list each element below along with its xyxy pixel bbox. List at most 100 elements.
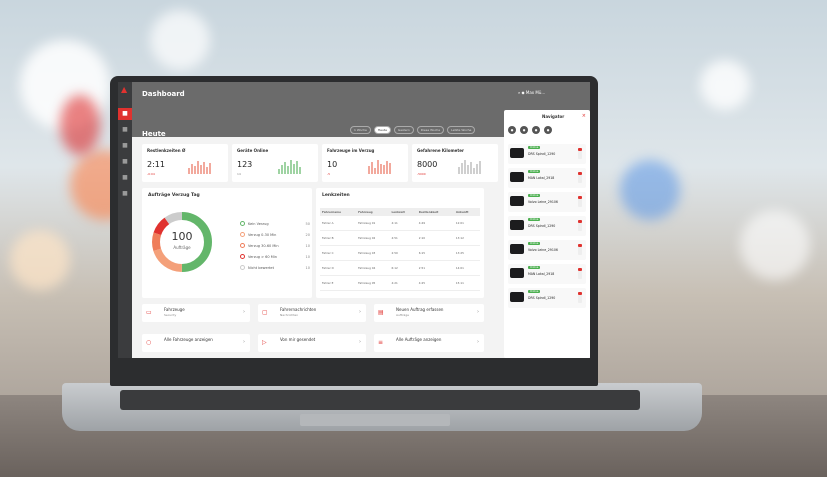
close-icon[interactable]: × bbox=[582, 113, 586, 119]
action-subtitle: Nachrichten bbox=[280, 313, 299, 317]
table-cell: 4:51 bbox=[389, 230, 417, 246]
kpi-delta: 14 bbox=[237, 172, 241, 176]
table-cell: 13:25 bbox=[453, 245, 480, 261]
bokeh-light bbox=[620, 160, 680, 220]
table-cell: Fahrer C bbox=[320, 245, 357, 261]
chevron-right-icon: › bbox=[243, 309, 245, 315]
app-sidebar: ▲ ■ ■ ■ ■ ■ ■ bbox=[118, 82, 132, 358]
action-von-mir-gesendet[interactable]: ▷ Von mir gesendet › bbox=[258, 334, 366, 352]
table-cell: 15:11 bbox=[453, 275, 480, 291]
list-icon[interactable]: ■ bbox=[121, 142, 129, 150]
settings-icon[interactable]: ■ bbox=[121, 174, 129, 182]
vehicle-name: Volvo Leine_29106 bbox=[528, 248, 558, 252]
table-row[interactable]: Fahrer C Fahrzeug 03 2:50 6:15 13:25 bbox=[320, 245, 480, 261]
home-icon[interactable]: ■ bbox=[121, 110, 129, 118]
action-alle-fahrzeuge[interactable]: ○ Alle Fahrzeuge anzeigen › bbox=[142, 334, 250, 352]
status-badge: Online bbox=[528, 194, 541, 197]
table-cell: 6:15 bbox=[416, 245, 454, 261]
search-icon[interactable]: ⌕ bbox=[518, 90, 520, 95]
kpi-card-restlenkzeiten[interactable]: Restlenkzeiten Ø 2:11 -0:04 bbox=[142, 144, 228, 182]
navigator-vehicle-item[interactable]: Online DRS Spindl_1290 bbox=[508, 288, 586, 308]
legend-count: 20 bbox=[305, 232, 310, 237]
chevron-right-icon: › bbox=[359, 309, 361, 315]
table-row[interactable]: Fahrer E Fahrzeug 05 4:21 4:25 15:11 bbox=[320, 275, 480, 291]
action-fahrzeuge[interactable]: ▭ Fahrzeuge Security › bbox=[142, 304, 250, 322]
vehicle-name: DRS Spindl_1290 bbox=[528, 152, 556, 156]
column-header[interactable]: Fahrername bbox=[320, 208, 357, 216]
filter-1-week[interactable]: 1 Woche bbox=[350, 126, 371, 134]
panel-title: Lenkzeiten bbox=[322, 193, 350, 198]
kpi-title: Restlenkzeiten Ø bbox=[147, 148, 186, 153]
action-alle-auftraege[interactable]: ≡ Alle Aufträge anzeigen › bbox=[374, 334, 484, 352]
kpi-sparkline bbox=[188, 158, 222, 174]
chevron-right-icon: › bbox=[359, 339, 361, 345]
navigator-vehicle-item[interactable]: Online MAN Lokal_2918 bbox=[508, 168, 586, 188]
table-cell: 4:25 bbox=[416, 275, 454, 291]
tab-all[interactable]: ● bbox=[508, 126, 516, 134]
brand-logo-icon: ▲ bbox=[121, 85, 128, 94]
table-cell: 13:12 bbox=[453, 230, 480, 246]
legend-count: 10 bbox=[305, 243, 310, 248]
navigator-vehicle-item[interactable]: Online MAN Lokal_2918 bbox=[508, 264, 586, 284]
table-row[interactable]: Fahrer A Fahrzeug 01 4:11 4:49 12:01 bbox=[320, 216, 480, 231]
legend-item[interactable]: Nicht bewertet 10 bbox=[240, 262, 310, 273]
truck-icon bbox=[510, 148, 524, 158]
column-header[interactable]: Restlenkzeit bbox=[416, 208, 454, 216]
table-cell: Fahrzeug 03 bbox=[356, 245, 390, 261]
column-header[interactable]: Fahrzeug bbox=[356, 208, 390, 216]
kpi-value: 2:11 bbox=[147, 160, 165, 169]
legend-item[interactable]: Verzug > 60 Min 10 bbox=[240, 251, 310, 262]
table-row[interactable]: Fahrer D Fahrzeug 04 6:12 2:51 14:01 bbox=[320, 260, 480, 276]
column-header[interactable]: Ankunft bbox=[453, 208, 480, 216]
kpi-sparkline bbox=[278, 158, 312, 174]
kpi-card-gefahrene-km[interactable]: Gefahrene Kilometer 8000 -5000 bbox=[412, 144, 498, 182]
status-badge: Online bbox=[528, 266, 541, 269]
tab-idle[interactable]: ● bbox=[544, 126, 552, 134]
table-cell: 12:01 bbox=[453, 216, 480, 231]
truck-icon[interactable]: ■ bbox=[121, 126, 129, 134]
chevron-right-icon: › bbox=[243, 339, 245, 345]
more-icon[interactable]: ■ bbox=[121, 190, 129, 198]
kpi-card-fahrzeuge-verzug[interactable]: Fahrzeuge im Verzug 10 -5 bbox=[322, 144, 408, 182]
filter-last-week[interactable]: Letzte Woche bbox=[447, 126, 476, 134]
status-light-icon bbox=[578, 292, 582, 303]
tab-online[interactable]: ● bbox=[520, 126, 528, 134]
kpi-card-geraete-online[interactable]: Geräte Online 123 14 bbox=[232, 144, 318, 182]
truck-icon bbox=[510, 220, 524, 230]
bokeh-light bbox=[740, 210, 810, 280]
legend-count: 10 bbox=[305, 254, 310, 259]
table-cell: Fahrzeug 02 bbox=[356, 230, 390, 246]
vehicle-name: DRS Spindl_1290 bbox=[528, 224, 556, 228]
user-menu[interactable]: ⌕ ◆ Max Mü… bbox=[518, 90, 545, 95]
navigator-vehicle-item[interactable]: Online DRS Spindl_1290 bbox=[508, 144, 586, 164]
table-cell: 6:12 bbox=[389, 260, 417, 276]
donut-total: 100 bbox=[171, 230, 193, 243]
table-cell: 4:49 bbox=[416, 216, 454, 231]
truck-icon bbox=[510, 172, 524, 182]
column-header[interactable]: Lenkzeit bbox=[389, 208, 417, 216]
action-neuer-auftrag[interactable]: ▤ Neuen Auftrag erfassen Aufträge › bbox=[374, 304, 484, 322]
navigator-vehicle-item[interactable]: Online Volvo Leine_29106 bbox=[508, 192, 586, 212]
page-title: Dashboard bbox=[142, 90, 185, 98]
filter-yesterday[interactable]: Gestern bbox=[393, 126, 414, 134]
table-row[interactable]: Fahrer B Fahrzeug 02 4:51 2:10 13:12 bbox=[320, 230, 480, 246]
table-cell: Fahrzeug 05 bbox=[356, 275, 390, 291]
legend-item[interactable]: Kein Verzug 50 bbox=[240, 218, 310, 229]
section-title: Heute bbox=[142, 130, 166, 138]
legend-item[interactable]: Verzug 0-30 Min 20 bbox=[240, 229, 310, 240]
tab-moving[interactable]: ● bbox=[532, 126, 540, 134]
action-fahrernachrichten[interactable]: ▢ Fahrernachrichten Nachrichten › bbox=[258, 304, 366, 322]
status-badge: Online bbox=[528, 218, 541, 221]
action-title: Alle Aufträge anzeigen bbox=[396, 337, 442, 342]
navigator-vehicle-item[interactable]: Online DRS Spindl_1290 bbox=[508, 216, 586, 236]
navigator-vehicle-item[interactable]: Online Volvo Leine_29106 bbox=[508, 240, 586, 260]
table-cell: 4:21 bbox=[389, 275, 417, 291]
legend-item[interactable]: Verzug 30-60 Min 10 bbox=[240, 240, 310, 251]
status-badge: Online bbox=[528, 242, 541, 245]
filter-this-week[interactable]: Diese Woche bbox=[416, 126, 445, 134]
truck-icon: ▭ bbox=[146, 309, 152, 316]
kpi-title: Gefahrene Kilometer bbox=[417, 148, 464, 153]
filter-today[interactable]: Heute bbox=[373, 126, 391, 134]
action-subtitle: Aufträge bbox=[396, 313, 409, 317]
map-icon[interactable]: ■ bbox=[121, 158, 129, 166]
